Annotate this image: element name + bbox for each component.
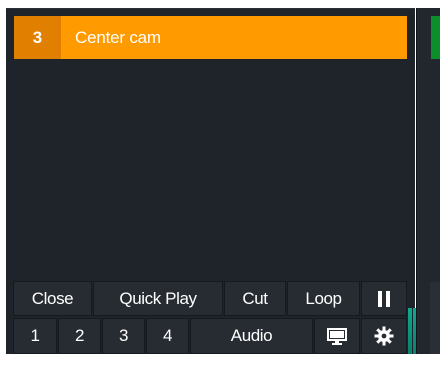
adjacent-controls-edge xyxy=(430,282,440,354)
cut-button[interactable]: Cut xyxy=(224,281,286,316)
settings-button[interactable] xyxy=(361,318,407,354)
input-4-button[interactable]: 4 xyxy=(146,318,189,354)
audio-button[interactable]: Audio xyxy=(190,318,313,354)
external-output-button[interactable] xyxy=(314,318,360,354)
audio-level-right xyxy=(412,308,416,354)
input-2-button[interactable]: 2 xyxy=(58,318,101,354)
pause-icon xyxy=(378,290,390,307)
audio-level-left xyxy=(408,308,412,354)
pause-button[interactable] xyxy=(361,281,407,316)
monitor-icon xyxy=(327,327,347,345)
panel-divider xyxy=(416,8,417,354)
input-1-button[interactable]: 1 xyxy=(13,318,57,354)
input-3-button[interactable]: 3 xyxy=(102,318,145,354)
gear-icon xyxy=(374,326,394,346)
close-button[interactable]: Close xyxy=(13,281,92,316)
app-window: 3 Center cam Close Quick Play Cut Loop 1… xyxy=(0,0,440,366)
panel-top-border xyxy=(6,8,415,9)
audio-level-meter xyxy=(408,308,416,354)
clip-number: 3 xyxy=(14,16,61,59)
quick-play-button[interactable]: Quick Play xyxy=(93,281,223,316)
clip-header[interactable]: 3 Center cam xyxy=(14,16,407,59)
loop-button[interactable]: Loop xyxy=(287,281,360,316)
adjacent-clip-header-edge xyxy=(431,16,440,59)
clip-title: Center cam xyxy=(75,27,161,47)
